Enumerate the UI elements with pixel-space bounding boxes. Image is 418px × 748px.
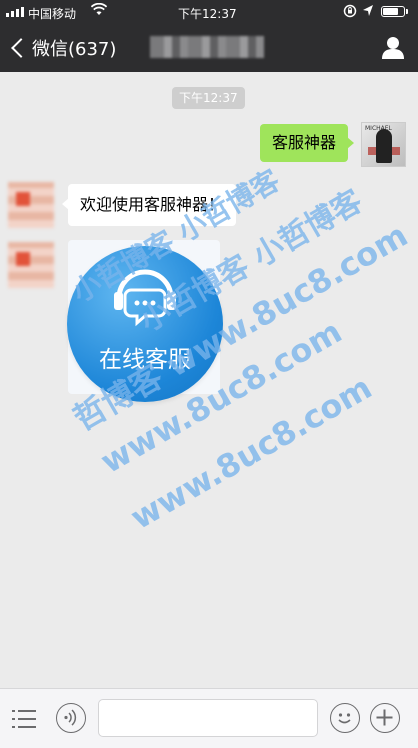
emoji-icon bbox=[338, 713, 351, 724]
voice-icon bbox=[64, 709, 77, 726]
emoji-button[interactable] bbox=[330, 703, 360, 733]
status-time: 下午12:37 bbox=[178, 7, 237, 21]
location-icon bbox=[363, 5, 373, 16]
input-toolbar bbox=[0, 688, 418, 748]
online-service-logo: 在线客服 bbox=[67, 246, 223, 402]
chevron-left-icon bbox=[11, 38, 31, 58]
message-bubble-incoming[interactable]: 欢迎使用客服神器！ bbox=[61, 184, 237, 226]
status-bar: 中国移动 下午12:37 bbox=[0, 0, 418, 24]
avatar-contact[interactable] bbox=[8, 182, 54, 228]
back-label: 微信(637) bbox=[32, 39, 117, 60]
avatar-me[interactable]: MICHAEL bbox=[361, 122, 406, 167]
battery-icon bbox=[381, 6, 408, 17]
person-icon[interactable] bbox=[382, 36, 404, 60]
nav-bar: 微信(637) bbox=[0, 24, 418, 72]
chat-timestamp: 下午12:37 bbox=[172, 87, 245, 109]
wifi-icon bbox=[91, 3, 107, 15]
back-button[interactable]: 微信(637) bbox=[8, 33, 116, 63]
message-input[interactable] bbox=[98, 699, 318, 737]
headset-chat-icon bbox=[114, 269, 176, 327]
menu-icon[interactable] bbox=[12, 707, 36, 731]
rotation-lock-icon bbox=[343, 4, 357, 18]
battery-level bbox=[383, 8, 399, 15]
avatar-contact[interactable] bbox=[8, 242, 54, 288]
chat-title-blurred bbox=[150, 36, 264, 58]
chat-area[interactable]: 下午12:37 MICHAEL 客服神器 欢迎使用客服神器！ 在线客服 bbox=[0, 72, 418, 688]
message-bubble-outgoing[interactable]: 客服神器 bbox=[259, 124, 355, 162]
image-caption: 在线客服 bbox=[99, 347, 191, 373]
carrier-label: 中国移动 bbox=[28, 7, 77, 21]
plus-button[interactable] bbox=[370, 703, 400, 733]
plus-icon bbox=[376, 709, 393, 726]
voice-button[interactable] bbox=[56, 703, 86, 733]
signal-icon bbox=[6, 7, 24, 17]
image-message[interactable]: 在线客服 bbox=[67, 240, 223, 402]
